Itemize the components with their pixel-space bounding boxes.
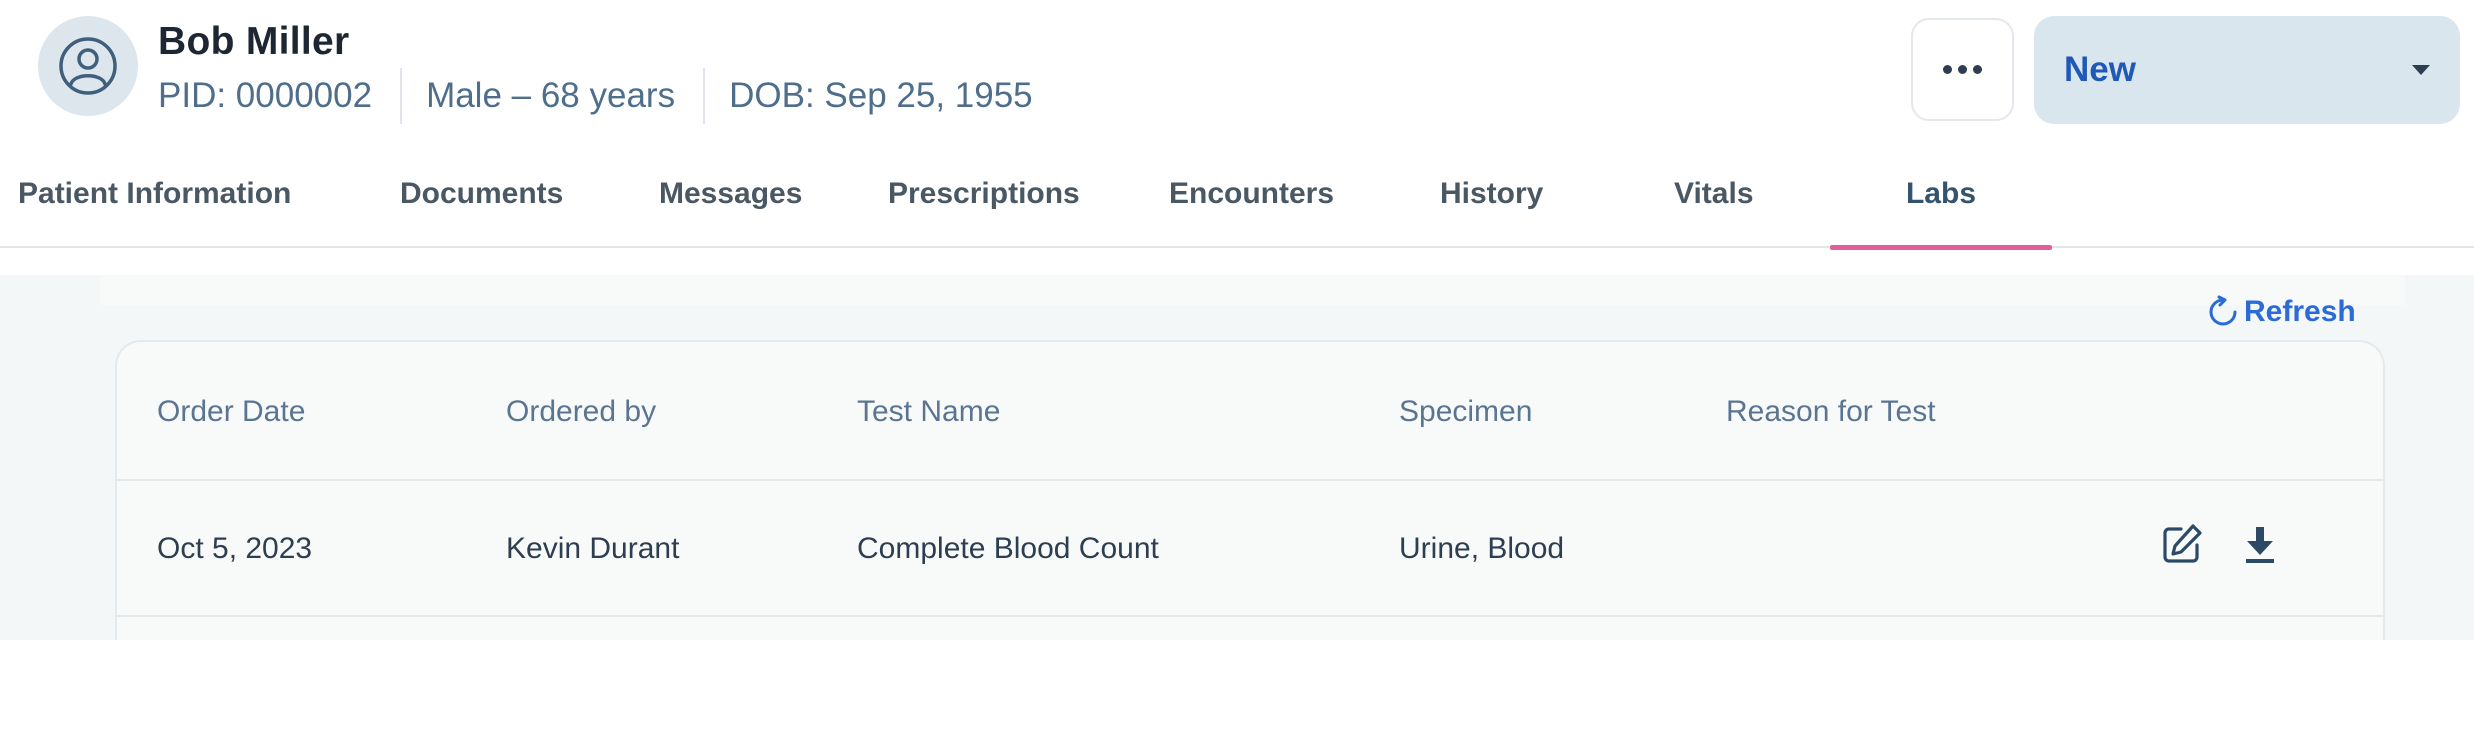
column-header-specimen: Specimen [1399,394,1533,428]
user-circle-icon [59,37,117,95]
more-options-button[interactable] [1911,18,2014,121]
tab-labs[interactable]: Labs [1830,140,2052,250]
caret-down-icon [2412,65,2430,75]
meta-divider [703,68,706,124]
refresh-icon [2209,295,2237,326]
table-header: Order Date Ordered by Test Name Specimen… [117,342,2383,481]
patient-pid: PID: 0000002 [158,76,373,115]
patient-header: Bob Miller PID: 0000002 Male – 68 years … [0,0,2474,140]
table-row[interactable]: Oct 5, 2023 Kevin Durant Complete Blood … [117,481,2383,617]
patient-gender-age: Male – 68 years [426,76,676,115]
panel-toolbar-bg [100,275,2405,305]
patient-avatar [38,16,138,116]
cell-ordered-by: Kevin Durant [506,532,680,565]
tab-patient-information[interactable]: Patient Information [18,140,291,248]
patient-dob: DOB: Sep 25, 1955 [729,76,1033,115]
column-header-test-name: Test Name [857,394,1001,428]
more-horizontal-icon [1940,65,1985,74]
patient-meta: PID: 0000002 Male – 68 years DOB: Sep 25… [158,68,1033,124]
download-icon[interactable] [2235,519,2285,569]
new-button-label: New [2064,50,2136,89]
new-dropdown-button[interactable]: New [2034,16,2460,124]
meta-divider [400,68,403,124]
patient-tabs: Patient Information Documents Messages P… [0,140,2474,250]
refresh-button[interactable]: Refresh [2206,295,2356,329]
tab-messages[interactable]: Messages [659,140,802,248]
cell-order-date: Oct 5, 2023 [157,532,313,565]
cell-specimen: Urine, Blood [1399,532,1565,565]
edit-icon[interactable] [2157,519,2207,569]
patient-name: Bob Miller [158,20,350,63]
tab-history[interactable]: History [1440,140,1543,248]
tab-vitals[interactable]: Vitals [1674,140,1754,248]
column-header-order-date: Order Date [157,394,306,428]
cell-test-name: Complete Blood Count [857,532,1159,565]
refresh-label: Refresh [2244,295,2356,328]
labs-table: Order Date Ordered by Test Name Specimen… [115,340,2385,640]
tab-encounters[interactable]: Encounters [1169,140,1334,248]
column-header-ordered-by: Ordered by [506,394,657,428]
labs-panel: Refresh Order Date Ordered by Test Name … [0,275,2474,640]
tab-documents[interactable]: Documents [400,140,563,248]
column-header-reason: Reason for Test [1726,394,1936,428]
tab-prescriptions[interactable]: Prescriptions [888,140,1080,248]
